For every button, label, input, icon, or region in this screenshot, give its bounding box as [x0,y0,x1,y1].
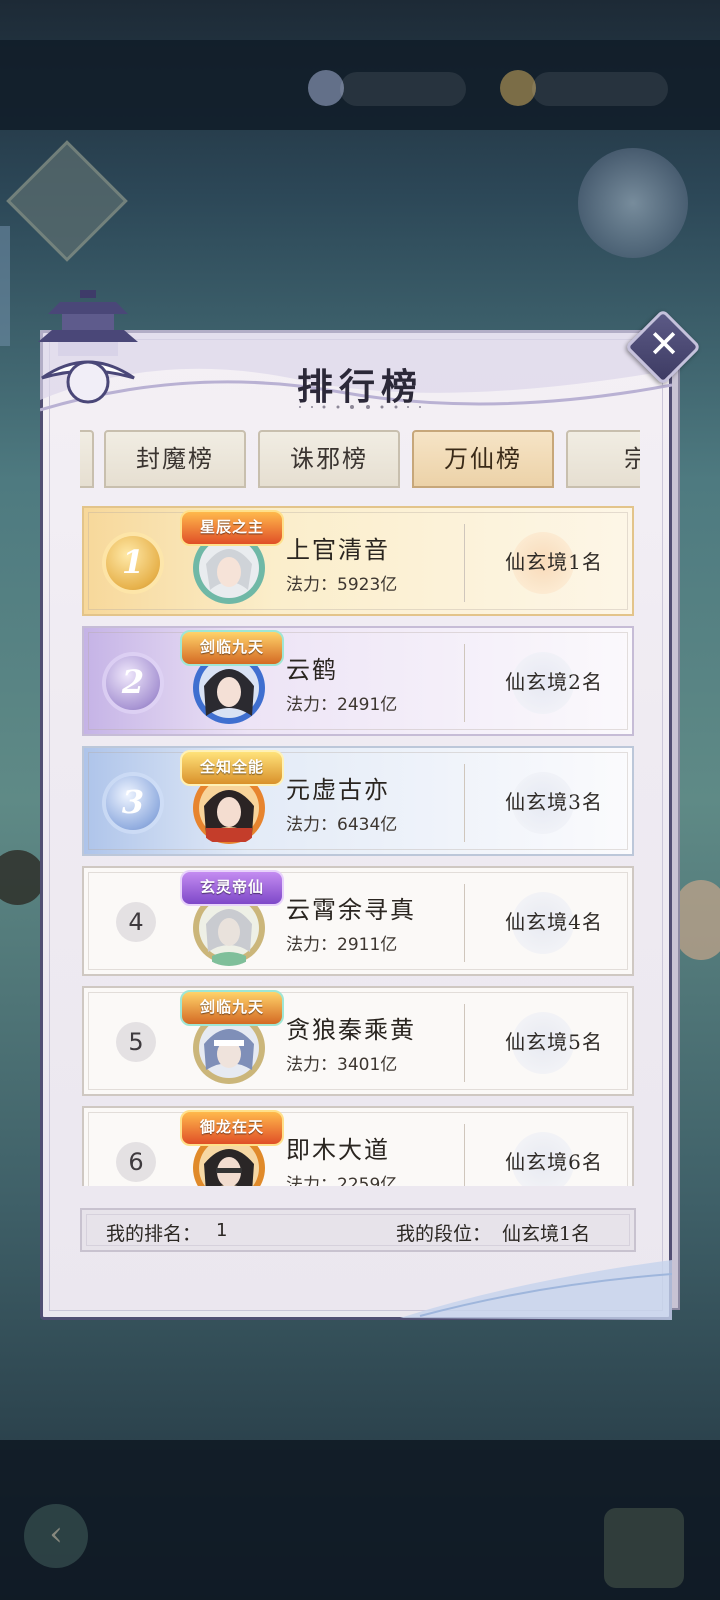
player-name: 云霄余寻真 [286,896,416,924]
player-name: 云鹤 [286,656,338,684]
player-name: 上官清音 [286,536,390,564]
panel-bottom-decoration [400,1260,672,1320]
player-power: 法力：2491亿 [286,695,398,715]
currency-pill-1 [340,72,466,106]
ranking-row[interactable]: 3 全知全能 元虚古亦 法力：6434亿 仙玄境3名 [82,746,634,856]
title-badge: 剑临九天 [180,990,284,1026]
background-edge [0,226,10,346]
rank-number: 5 [116,1022,156,1062]
row-divider [464,1124,465,1186]
title-badge: 星辰之主 [180,510,284,546]
crystal-icon [308,70,344,106]
player-tier: 仙玄境6名 [505,1150,603,1174]
player-tier: 仙玄境3名 [505,790,603,814]
back-arrow-icon: ‹ [24,1504,88,1568]
my-rank-value: 1 [216,1220,228,1241]
rank-medal-silver: 2 [106,656,160,710]
row-divider [464,884,465,962]
player-power: 法力：5923亿 [286,575,398,595]
player-name: 即木大道 [286,1136,390,1164]
title-badge: 全知全能 [180,750,284,786]
panel-title: 排行榜 [296,366,423,408]
rank-medal-gold: 1 [106,536,160,590]
ranking-row[interactable]: 1 星辰之主 上官清音 法力：5923亿 仙玄境1名 [82,506,634,616]
player-tier: 仙玄境1名 [505,550,603,574]
row-divider [464,1004,465,1082]
ranking-row[interactable]: 6 御龙在天 即木大道 法力：2259亿 仙玄境6名 [82,1106,634,1186]
leaderboard-tabs: 封魔榜 诛邪榜 万仙榜 宗 [80,430,640,488]
row-divider [464,764,465,842]
ranking-list-clip: 6 御龙在天 即木大道 法力：2259亿 仙玄境6名 [48,1088,666,1186]
close-icon[interactable]: ✕ [636,318,692,370]
background-side-icon [0,850,45,905]
player-power: 法力：2911亿 [286,935,398,955]
player-name: 元虚古亦 [286,776,390,804]
title-badge: 御龙在天 [180,1110,284,1146]
ranking-list[interactable]: 1 星辰之主 上官清音 法力：5923亿 仙玄境1名 2 剑临九天 云鹤 法力：… [48,488,666,1200]
player-power: 法力：6434亿 [286,815,398,835]
background-right-icon [604,1508,684,1588]
background-side-avatar [676,880,720,960]
my-rank-label: 我的排名： [106,1223,202,1245]
row-divider [464,524,465,602]
currency-pill-2 [532,72,668,106]
tab-previous-partial[interactable] [80,430,94,488]
title-badge: 玄灵帝仙 [180,870,284,906]
player-tier: 仙玄境2名 [505,670,603,694]
row-divider [464,644,465,722]
player-tier: 仙玄境5名 [505,1030,603,1054]
rank-number: 4 [116,902,156,942]
title-underline-decoration [299,405,421,409]
rank-number: 6 [116,1142,156,1182]
ranking-row[interactable]: 5 剑临九天 贪狼秦乘黄 法力：3401亿 仙玄境5名 [82,986,634,1096]
player-tier: 仙玄境4名 [505,910,603,934]
tab-wanxian[interactable]: 万仙榜 [412,430,554,488]
background-orb-icon [578,148,688,258]
player-name: 贪狼秦乘黄 [286,1016,416,1044]
tab-zong[interactable]: 宗 [566,430,640,488]
tab-zhuxie[interactable]: 诛邪榜 [258,430,400,488]
my-ranking-bar: 我的排名： 1 我的段位： 仙玄境1名 [80,1208,636,1252]
my-tier-value: 仙玄境1名 [502,1223,591,1245]
player-power: 法力：2259亿 [286,1175,398,1186]
rank-medal-blue: 3 [106,776,160,830]
ranking-row[interactable]: 4 玄灵帝仙 云霄余寻真 法力：2911亿 仙玄境4名 [82,866,634,976]
title-badge: 剑临九天 [180,630,284,666]
tab-fengmo[interactable]: 封魔榜 [104,430,246,488]
lightning-icon [500,70,536,106]
my-tier-label: 我的段位： [396,1223,492,1245]
ranking-row[interactable]: 2 剑临九天 云鹤 法力：2491亿 仙玄境2名 [82,626,634,736]
background-diamond-button [6,140,128,262]
player-power: 法力：3401亿 [286,1055,398,1075]
